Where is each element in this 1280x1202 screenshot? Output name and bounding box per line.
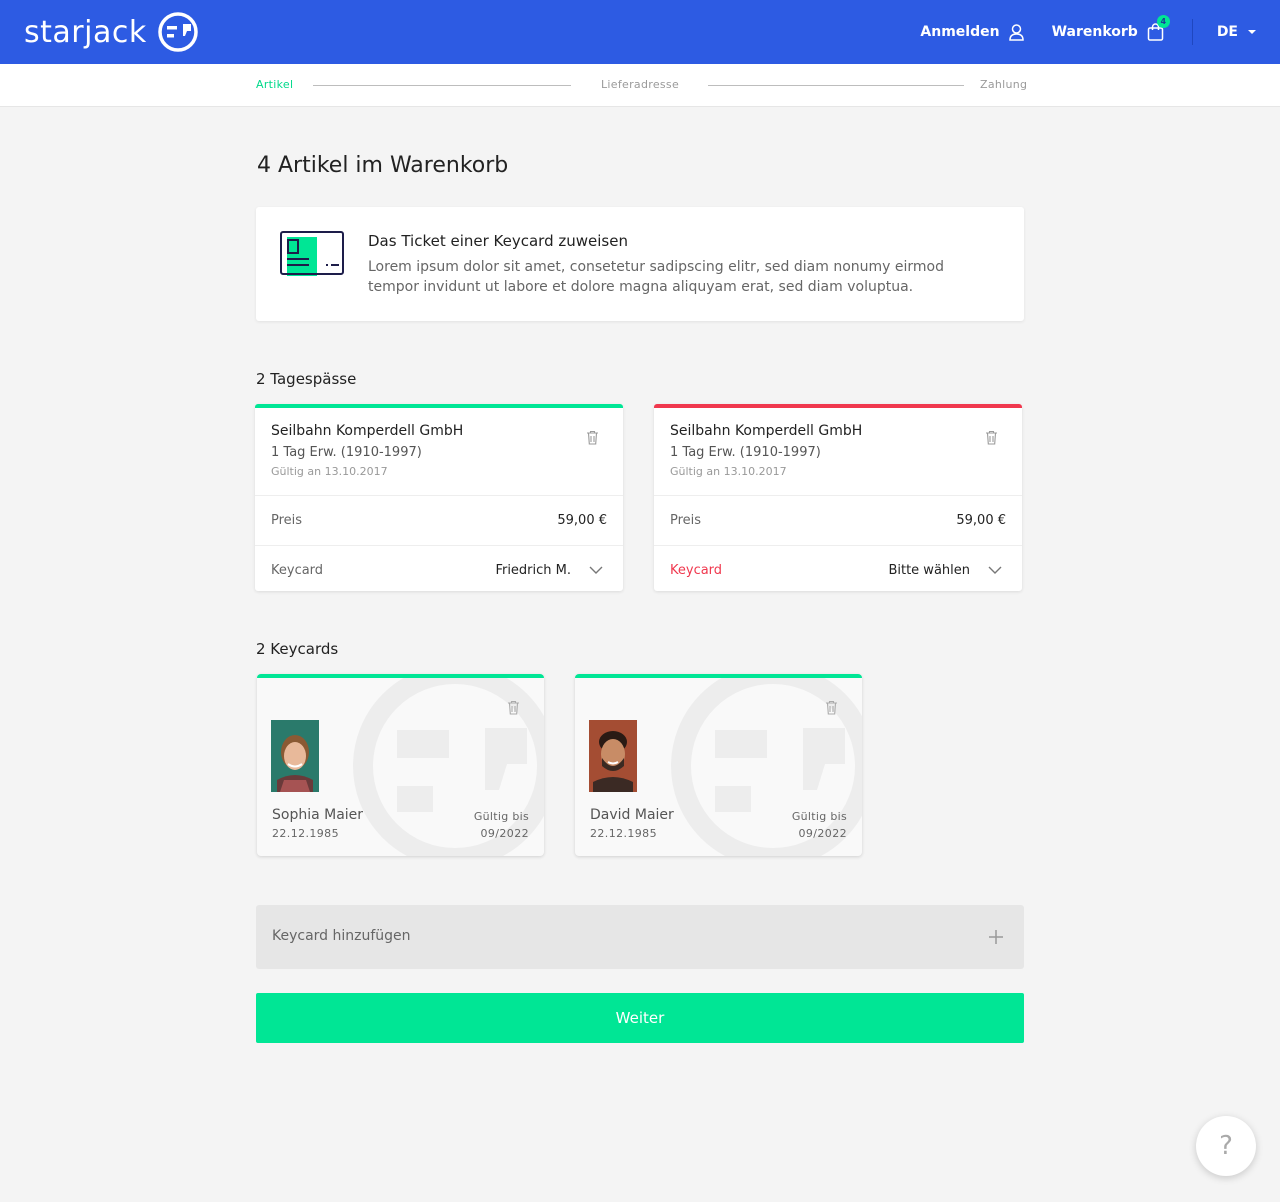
add-keycard-button[interactable]: Keycard hinzufügen xyxy=(256,905,1024,969)
header-divider xyxy=(1191,19,1193,45)
login-label: Anmelden xyxy=(920,24,1000,40)
page-title: 4 Artikel im Warenkorb xyxy=(257,153,509,178)
ticket-validity: Gültig an 13.10.2017 xyxy=(271,465,388,478)
ticket-price-row: Preis 59,00 € xyxy=(654,495,1022,545)
keycard-card[interactable]: Sophia Maier 22.12.1985 Gültig bis 09/20… xyxy=(257,674,544,856)
price-value: 59,00 € xyxy=(956,513,1006,528)
keycard-valid-date: 09/2022 xyxy=(480,827,529,840)
trash-icon[interactable] xyxy=(825,700,838,715)
info-text: Lorem ipsum dolor sit amet, consetetur s… xyxy=(368,259,944,295)
logo-text: starjack xyxy=(24,14,147,50)
header-actions: Anmelden Warenkorb 4 DE xyxy=(920,0,1256,64)
ticket-price-row: Preis 59,00 € xyxy=(255,495,623,545)
keycard-valid-label: Gültig bis xyxy=(473,810,529,823)
starjack-logo[interactable]: starjack xyxy=(24,12,199,52)
price-label: Preis xyxy=(271,513,303,528)
keycard-card[interactable]: David Maier 22.12.1985 Gültig bis 09/202… xyxy=(575,674,862,856)
cart-icon-wrap: 4 xyxy=(1138,15,1170,41)
caret-down-icon xyxy=(1248,30,1256,34)
chevron-down-icon xyxy=(589,566,603,574)
price-value: 59,00 € xyxy=(557,513,607,528)
ticket-type: 1 Tag Erw. (1910-1997) xyxy=(670,445,821,460)
plus-icon xyxy=(989,930,1003,944)
price-label: Preis xyxy=(670,513,702,528)
keycard-selected-value: Friedrich M. xyxy=(495,563,571,578)
keycard-select[interactable]: Keycard Bitte wählen xyxy=(654,545,1022,595)
add-keycard-label: Keycard hinzufügen xyxy=(272,928,411,944)
checkout-stepper: Artikel Lieferadresse Zahlung xyxy=(0,64,1280,107)
keycard-holder-name: Sophia Maier xyxy=(272,807,364,823)
top-navigation-bar: starjack Anmelden Warenkorb 4 DE xyxy=(0,0,1280,64)
keycard-icon xyxy=(280,231,344,276)
tickets-section-title: 2 Tagespässe xyxy=(256,370,357,388)
keycard-valid-label: Gültig bis xyxy=(791,810,847,823)
login-link[interactable]: Anmelden xyxy=(920,23,1024,41)
ticket-validity: Gültig an 13.10.2017 xyxy=(670,465,787,478)
ticket-card: Seilbahn Komperdell GmbH 1 Tag Erw. (191… xyxy=(255,404,623,591)
step-connector xyxy=(708,85,964,86)
trash-icon[interactable] xyxy=(985,430,998,445)
profile-photo xyxy=(271,720,319,792)
keycard-selected-value: Bitte wählen xyxy=(888,563,970,578)
keycard-holder-dob: 22.12.1985 xyxy=(590,827,657,840)
info-title: Das Ticket einer Keycard zuweisen xyxy=(368,232,628,250)
step-connector xyxy=(313,85,571,86)
help-button[interactable]: ? xyxy=(1196,1116,1256,1176)
cart-count-badge: 4 xyxy=(1156,15,1170,28)
chevron-down-icon xyxy=(988,566,1002,574)
keycard-valid-date: 09/2022 xyxy=(798,827,847,840)
logo-mark-icon xyxy=(157,12,198,52)
step-artikel[interactable]: Artikel xyxy=(256,78,293,91)
keycard-info-box: Das Ticket einer Keycard zuweisen Lorem … xyxy=(256,207,1024,321)
step-zahlung[interactable]: Zahlung xyxy=(980,78,1027,91)
profile-photo xyxy=(589,720,637,792)
language-selector[interactable]: DE xyxy=(1217,24,1256,40)
keycard-label: Keycard xyxy=(670,563,723,578)
user-icon xyxy=(1008,23,1024,41)
step-lieferadresse[interactable]: Lieferadresse xyxy=(601,78,679,91)
cart-link[interactable]: Warenkorb 4 xyxy=(1051,15,1170,41)
keycard-select[interactable]: Keycard Friedrich M. xyxy=(255,545,623,595)
cart-label: Warenkorb xyxy=(1051,24,1138,40)
keycard-holder-name: David Maier xyxy=(590,807,674,823)
language-label: DE xyxy=(1216,24,1238,40)
ticket-operator: Seilbahn Komperdell GmbH xyxy=(670,423,863,439)
keycards-section-title: 2 Keycards xyxy=(256,640,339,658)
keycard-label: Keycard xyxy=(271,563,324,578)
ticket-type: 1 Tag Erw. (1910-1997) xyxy=(271,445,422,460)
ticket-card: Seilbahn Komperdell GmbH 1 Tag Erw. (191… xyxy=(654,404,1022,591)
ticket-operator: Seilbahn Komperdell GmbH xyxy=(271,423,464,439)
trash-icon[interactable] xyxy=(507,700,520,715)
next-button[interactable]: Weiter xyxy=(256,993,1024,1043)
trash-icon[interactable] xyxy=(586,430,599,445)
keycard-holder-dob: 22.12.1985 xyxy=(272,827,339,840)
